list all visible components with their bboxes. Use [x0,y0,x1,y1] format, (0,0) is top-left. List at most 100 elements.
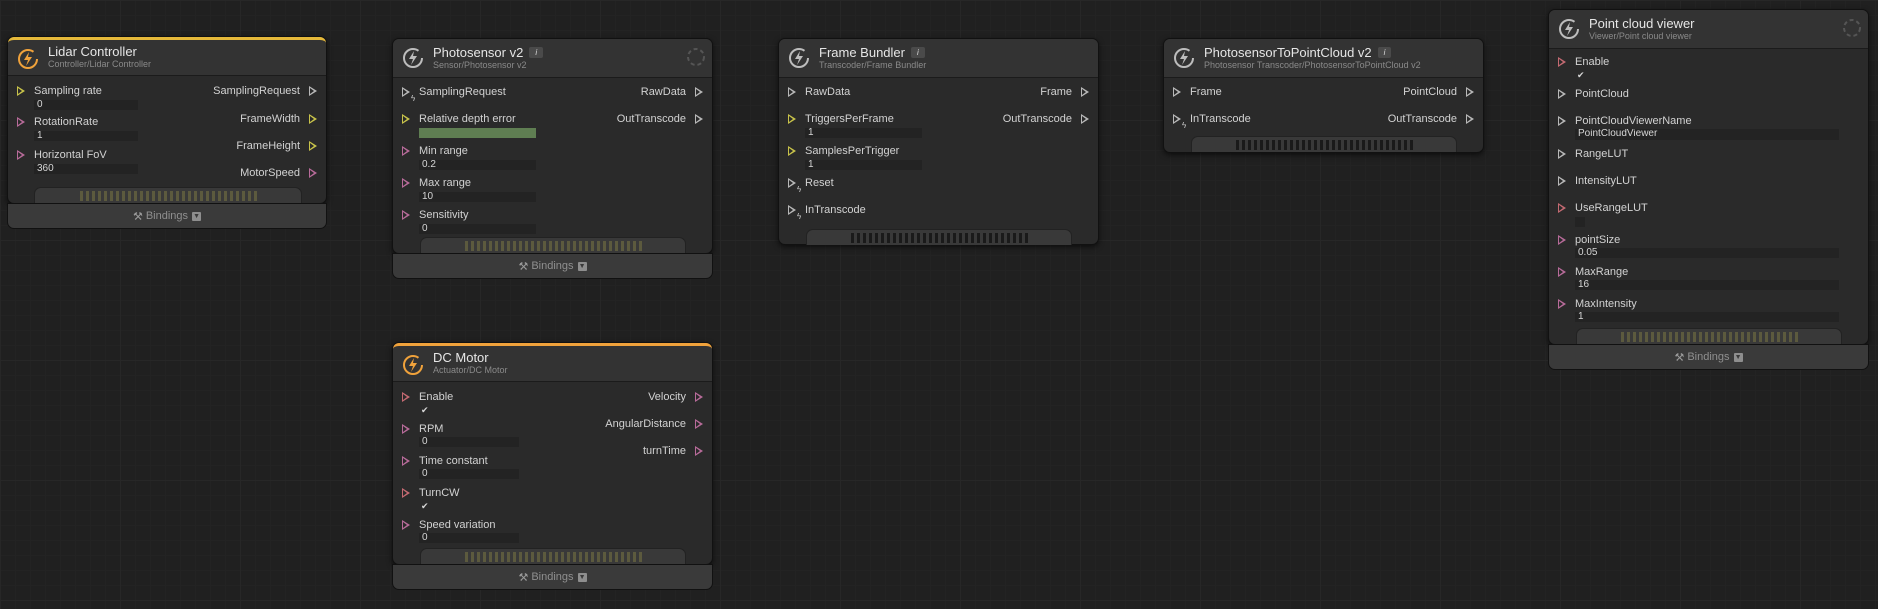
port-arrow-icon[interactable] [695,87,703,97]
bindings-bar[interactable]: ⚒ Bindings ▼ [1548,344,1869,370]
sensitivity-field[interactable]: 0 [419,224,536,234]
port-arrow-icon[interactable] [1173,114,1181,124]
input-port-samples-per-trigger[interactable]: SamplesPerTrigger [779,145,899,157]
input-port-point-cloud-viewer-name[interactable]: PointCloudViewerName [1549,115,1692,127]
output-port-sampling-request[interactable]: SamplingRequest [213,85,326,97]
input-port-max-intensity[interactable]: MaxIntensity [1549,298,1637,310]
info-badge[interactable]: i [1377,47,1392,58]
port-arrow-icon[interactable] [788,114,796,124]
port-arrow-icon[interactable] [788,205,796,215]
enable-checkbox[interactable]: ✔ [1577,70,1585,81]
port-arrow-icon[interactable] [1558,57,1566,67]
input-port-enable[interactable]: Enable [393,391,453,403]
port-arrow-icon[interactable] [1466,87,1474,97]
node-header[interactable]: PhotosensorToPointCloud v2 i Photosensor … [1164,39,1483,78]
horizontal-fov-field[interactable]: 360 [34,164,138,174]
port-arrow-icon[interactable] [1081,114,1089,124]
port-arrow-icon[interactable] [1466,114,1474,124]
port-arrow-icon[interactable] [695,419,703,429]
node-header[interactable]: Point cloud viewer Viewer/Point cloud vi… [1549,10,1868,49]
port-arrow-icon[interactable] [1558,149,1566,159]
input-port-max-range[interactable]: MaxRange [1549,266,1628,278]
output-port-point-cloud[interactable]: PointCloud [1403,86,1483,98]
chevron-down-icon[interactable]: ▼ [577,261,587,271]
output-port-out-transcode[interactable]: OutTranscode [1388,113,1483,125]
port-arrow-icon[interactable] [17,150,25,160]
input-port-in-transcode[interactable]: ϟ InTranscode [1164,113,1251,130]
input-port-time-constant[interactable]: Time constant [393,455,488,467]
max-intensity-field[interactable]: 1 [1575,312,1839,322]
point-cloud-viewer-name-field[interactable]: PointCloudViewer [1575,129,1839,140]
turn-cw-checkbox[interactable]: ✔ [421,501,429,512]
sampling-rate-field[interactable]: 0 [34,100,138,110]
triggers-per-frame-field[interactable]: 1 [805,128,922,138]
info-badge[interactable]: i [910,47,925,58]
input-port-rpm[interactable]: RPM [393,423,443,435]
port-arrow-icon[interactable] [402,87,410,97]
samples-per-trigger-field[interactable]: 1 [805,160,922,170]
input-port-rotation-rate[interactable]: RotationRate [8,116,98,128]
port-arrow-icon[interactable] [1173,87,1181,97]
input-port-enable[interactable]: Enable [1549,56,1609,68]
port-arrow-icon[interactable] [402,456,410,466]
input-port-turn-cw[interactable]: TurnCW [393,487,460,499]
rpm-field[interactable]: 0 [419,437,519,447]
input-port-max-range[interactable]: Max range [393,177,471,189]
port-arrow-icon[interactable] [695,446,703,456]
port-arrow-icon[interactable] [309,168,317,178]
node-point-cloud-viewer[interactable]: Point cloud viewer Viewer/Point cloud vi… [1548,9,1869,371]
time-constant-field[interactable]: 0 [419,469,519,479]
input-port-range-lut[interactable]: RangeLUT [1549,148,1628,160]
chevron-down-icon[interactable]: ▼ [192,211,202,221]
port-arrow-icon[interactable] [17,86,25,96]
output-port-angular-distance[interactable]: AngularDistance [605,418,712,430]
output-port-out-transcode[interactable]: OutTranscode [617,113,712,125]
output-port-raw-data[interactable]: RawData [641,86,712,98]
use-range-lut-checkbox[interactable] [1575,217,1585,227]
input-port-horizontal-fov[interactable]: Horizontal FoV [8,149,107,161]
port-arrow-icon[interactable] [402,424,410,434]
port-arrow-icon[interactable] [402,114,410,124]
port-arrow-icon[interactable] [402,178,410,188]
port-arrow-icon[interactable] [402,210,410,220]
min-range-field[interactable]: 0.2 [419,160,536,170]
output-port-turn-time[interactable]: turnTime [643,445,712,457]
output-port-frame-width[interactable]: FrameWidth [240,113,326,125]
bindings-bar[interactable]: ⚒ Bindings ▼ [392,253,713,279]
port-arrow-icon[interactable] [1558,89,1566,99]
node-dc-motor[interactable]: DC Motor Actuator/DC Motor Enable ✔ RPM … [392,342,713,591]
port-arrow-icon[interactable] [309,141,317,151]
input-port-relative-depth-error[interactable]: Relative depth error [393,113,516,125]
chevron-down-icon[interactable]: ▼ [577,572,587,582]
port-arrow-icon[interactable] [402,146,410,156]
input-port-speed-variation[interactable]: Speed variation [393,519,495,531]
max-range-field[interactable]: 10 [419,192,536,202]
node-photosensor-to-point-cloud[interactable]: PhotosensorToPointCloud v2 i Photosensor … [1163,38,1484,153]
node-lidar-controller[interactable]: Lidar Controller Controller/Lidar Contro… [7,36,327,230]
output-port-motor-speed[interactable]: MotorSpeed [240,167,326,179]
input-port-min-range[interactable]: Min range [393,145,468,157]
port-arrow-icon[interactable] [788,87,796,97]
input-port-reset[interactable]: ϟ Reset [779,177,834,194]
info-badge[interactable]: i [529,47,544,58]
output-port-velocity[interactable]: Velocity [648,391,712,403]
node-header[interactable]: Lidar Controller Controller/Lidar Contro… [8,37,326,76]
bindings-bar[interactable]: ⚒ Bindings ▼ [7,203,327,229]
port-arrow-icon[interactable] [309,114,317,124]
input-port-sampling-request[interactable]: ϟ SamplingRequest [393,86,506,103]
node-header[interactable]: DC Motor Actuator/DC Motor [393,343,712,382]
input-port-sensitivity[interactable]: Sensitivity [393,209,469,221]
enable-checkbox[interactable]: ✔ [421,405,429,416]
port-arrow-icon[interactable] [17,117,25,127]
relative-depth-error-slider[interactable] [419,128,536,138]
node-header[interactable]: Photosensor v2 i Sensor/Photosensor v2 [393,39,712,78]
input-port-use-range-lut[interactable]: UseRangeLUT [1549,202,1648,214]
input-port-point-cloud[interactable]: PointCloud [1549,88,1629,100]
port-arrow-icon[interactable] [1558,235,1566,245]
output-port-frame[interactable]: Frame [1040,86,1098,98]
port-arrow-icon[interactable] [788,178,796,188]
port-arrow-icon[interactable] [1558,116,1566,126]
port-arrow-icon[interactable] [1558,176,1566,186]
input-port-in-transcode[interactable]: ϟ InTranscode [779,204,866,221]
output-port-frame-height[interactable]: FrameHeight [236,140,326,152]
